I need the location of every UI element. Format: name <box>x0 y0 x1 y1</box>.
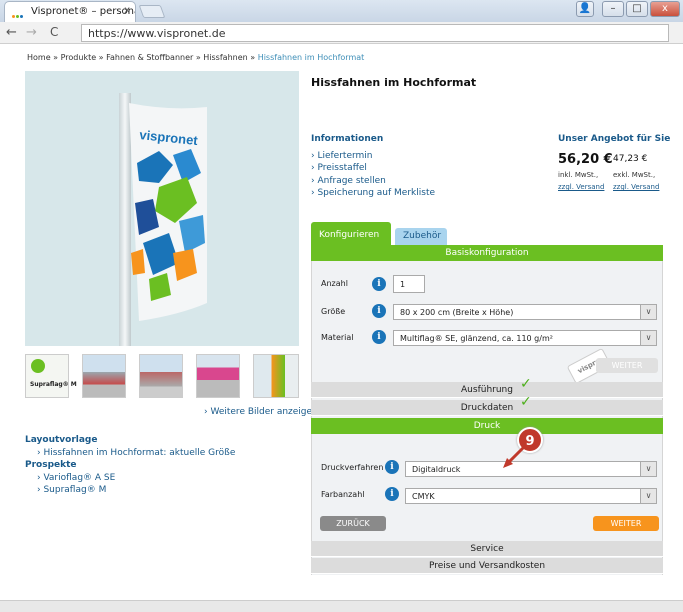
chevron-down-icon[interactable]: ∨ <box>640 462 656 476</box>
badge-icon <box>31 359 45 373</box>
address-toolbar: ← → C https://www.vispronet.de <box>0 22 683 44</box>
material-select[interactable]: Multiflag® SE, glänzend, ca. 110 g/m² ∨ <box>393 330 657 346</box>
groesse-select[interactable]: 80 x 200 cm (Breite x Höhe) ∨ <box>393 304 657 320</box>
breadcrumb-current: Hissfahnen im Hochformat <box>257 53 365 62</box>
material-info-icon[interactable]: i <box>372 330 386 344</box>
breadcrumb: Home » Produkte » Fahnen & Stoffbanner »… <box>27 53 364 62</box>
url-field[interactable]: https://www.vispronet.de <box>81 24 669 42</box>
layout-heading: Layoutvorlage <box>25 435 98 445</box>
material-select-value: Multiflag® SE, glänzend, ca. 110 g/m² <box>400 334 553 343</box>
reload-icon[interactable]: C <box>50 25 58 39</box>
tab-close-icon[interactable]: x <box>124 5 130 16</box>
basiskonfiguration-header[interactable]: Basiskonfiguration <box>311 245 663 261</box>
flag-graphic: vispronet <box>129 103 207 321</box>
status-bar <box>0 600 683 612</box>
groesse-select-value: 80 x 200 cm (Breite x Höhe) <box>400 308 514 317</box>
material-label: Material <box>321 333 354 342</box>
product-title: Hissfahnen im Hochformat <box>311 76 477 89</box>
info-heading: Informationen <box>311 134 384 144</box>
back-icon[interactable]: ← <box>6 25 17 40</box>
new-tab-button[interactable] <box>138 5 166 18</box>
druckverfahren-info-icon[interactable]: i <box>385 460 399 474</box>
druckverfahren-select-value: Digitaldruck <box>412 465 461 474</box>
farbanzahl-info-icon[interactable]: i <box>385 487 399 501</box>
tab-title: Vispronet® – personalisi <box>31 6 135 17</box>
user-icon[interactable]: 👤 <box>576 1 594 17</box>
preise-section[interactable]: Preise und Versandkosten <box>311 558 663 574</box>
chevron-down-icon[interactable]: ∨ <box>640 305 656 319</box>
tab-konfigurieren[interactable]: Konfigurieren <box>311 222 391 245</box>
maximize-button[interactable]: □ <box>626 1 648 17</box>
breadcrumb-path[interactable]: Home » Produkte » Fahnen & Stoffbanner »… <box>27 53 258 62</box>
layout-link[interactable]: › Hissfahnen im Hochformat: aktuelle Grö… <box>37 448 235 458</box>
more-images-link[interactable]: › Weitere Bilder anzeigen <box>204 407 318 417</box>
close-window-button[interactable]: x <box>650 1 680 17</box>
chevron-down-icon[interactable]: ∨ <box>640 489 656 503</box>
groesse-info-icon[interactable]: i <box>372 304 386 318</box>
zurueck-button[interactable]: ZURÜCK <box>320 516 386 531</box>
chevron-down-icon[interactable]: ∨ <box>640 331 656 345</box>
tab-zubehoer[interactable]: Zubehör <box>395 228 447 245</box>
farbanzahl-select[interactable]: CMYK ∨ <box>405 488 657 504</box>
thumbnail-3[interactable] <box>139 354 183 398</box>
farbanzahl-select-value: CMYK <box>412 492 435 501</box>
minimize-button[interactable]: – <box>602 1 624 17</box>
gross-note: inkl. MwSt., <box>558 171 599 179</box>
druck-header[interactable]: Druck <box>311 418 663 434</box>
info-link-liefertermin[interactable]: › Liefertermin <box>311 151 373 161</box>
druckdaten-check-icon: ✓ <box>520 394 532 410</box>
ausfuehrung-section[interactable]: Ausführung <box>311 382 663 398</box>
farbanzahl-label: Farbanzahl <box>321 490 365 499</box>
browser-tab[interactable]: Vispronet® – personalisi x <box>4 1 136 22</box>
thumbnail-1[interactable]: Supraflag® M <box>25 354 77 398</box>
price-gross: 56,20 € <box>558 152 613 167</box>
info-link-preisstaffel[interactable]: › Preisstaffel <box>311 163 367 173</box>
prospekt-link-varioflag[interactable]: › Varioflag® A SE <box>37 473 115 483</box>
price-net: 47,23 € <box>613 154 648 164</box>
druckdaten-section[interactable]: Druckdaten <box>311 400 663 416</box>
thumbnail-4[interactable] <box>196 354 240 398</box>
druckverfahren-select[interactable]: Digitaldruck ∨ <box>405 461 657 477</box>
info-link-merkliste[interactable]: › Speicherung auf Merkliste <box>311 188 435 198</box>
anzahl-input[interactable]: 1 <box>393 275 425 293</box>
ausfuehrung-check-icon: ✓ <box>520 376 532 392</box>
weiter-button-disabled[interactable]: WEITER <box>596 358 658 373</box>
service-section[interactable]: Service <box>311 541 663 557</box>
arrow-icon <box>503 446 525 468</box>
anzahl-info-icon[interactable]: i <box>372 277 386 291</box>
groesse-label: Größe <box>321 307 346 316</box>
browser-titlebar: Vispronet® – personalisi x 👤 – □ x <box>0 0 683 22</box>
gross-shipping-link[interactable]: zzgl. Versand <box>558 183 604 191</box>
anzahl-label: Anzahl <box>321 279 348 288</box>
favicon-icon <box>12 10 26 18</box>
thumbnail-2[interactable] <box>82 354 126 398</box>
product-image[interactable]: vispronet <box>25 71 299 346</box>
url-text: https://www.vispronet.de <box>88 27 226 40</box>
weiter-button[interactable]: WEITER <box>593 516 659 531</box>
prospekt-link-supraflag[interactable]: › Supraflag® M <box>37 485 106 495</box>
net-note: exkl. MwSt., <box>613 171 656 179</box>
net-shipping-link[interactable]: zzgl. Versand <box>613 183 659 191</box>
thumbnail-1-label: Supraflag® M <box>30 381 77 388</box>
offer-heading: Unser Angebot für Sie <box>558 134 671 144</box>
forward-icon[interactable]: → <box>26 25 37 40</box>
prospekte-heading: Prospekte <box>25 460 77 470</box>
druckverfahren-label: Druckverfahren <box>321 463 384 472</box>
thumbnail-5[interactable] <box>253 354 299 398</box>
info-link-anfrage[interactable]: › Anfrage stellen <box>311 176 386 186</box>
